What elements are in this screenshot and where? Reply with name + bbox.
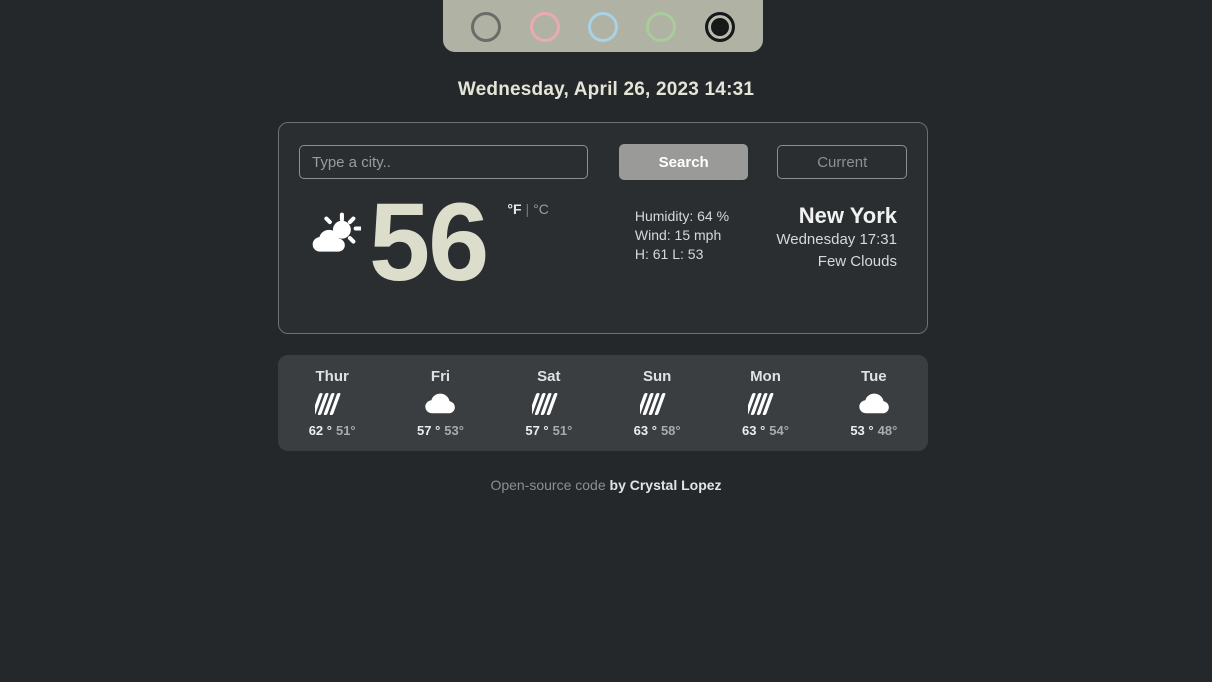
rain-icon <box>531 392 558 416</box>
current-weather-card: Search Current 56 °F|°C <box>278 122 928 334</box>
current-conditions: 56 °F | °C Humidity: 64 % Wind: 15 mph H: … <box>299 181 907 304</box>
current-temperature: 56 <box>369 181 489 304</box>
local-time: Wednesday 17:31 <box>776 231 897 248</box>
forecast-temps: 63 ° 54° <box>742 423 789 438</box>
forecast-temps: 57 ° 53° <box>417 423 464 438</box>
forecast-low: 51° <box>552 423 573 438</box>
forecast-day-name: Sun <box>642 368 672 385</box>
footer-text: Open-source code <box>490 477 606 493</box>
forecast-temps: 63 ° 58° <box>634 423 681 438</box>
unit-fahrenheit[interactable]: °F <box>507 201 521 217</box>
unit-toggle[interactable]: °F | °C <box>507 201 549 217</box>
forecast-high: 62 ° <box>308 423 332 438</box>
theme-swatch-green[interactable] <box>646 12 677 42</box>
sun-behind-cloud-icon <box>312 212 361 252</box>
forecast-low: 58° <box>660 423 681 438</box>
forecast-temps: 57 ° 51° <box>525 423 572 438</box>
theme-selector <box>443 0 763 52</box>
forecast-low: 51° <box>335 423 356 438</box>
theme-swatch-pink[interactable] <box>529 12 560 42</box>
forecast-day-mon[interactable]: Mon 63 ° 54° <box>711 355 819 451</box>
cloud-icon <box>425 393 456 414</box>
rain-icon <box>315 392 341 416</box>
weather-description: Few Clouds <box>817 253 897 270</box>
weather-stats: Humidity: 64 % Wind: 15 mph H: 61 L: 53 <box>635 207 729 264</box>
forecast-temps: 53 ° 48° <box>850 423 897 438</box>
forecast-day-name: Thur <box>315 368 349 385</box>
forecast-high: 53 ° <box>850 423 874 438</box>
forecast-day-sun[interactable]: Sun 63 ° 58° <box>603 355 711 451</box>
forecast-day-fri[interactable]: Fri 57 ° 53° <box>386 355 494 451</box>
theme-swatch-blue[interactable] <box>587 12 618 42</box>
forecast-low: 54° <box>769 423 789 438</box>
footer-author-link[interactable]: by Crystal Lopez <box>610 477 722 493</box>
unit-separator: | <box>525 201 530 217</box>
unit-celsius[interactable]: °C <box>533 201 549 217</box>
wind-value: Wind: 15 mph <box>634 227 722 243</box>
current-location-button[interactable]: Current <box>777 145 907 179</box>
forecast-temps: 62 ° 51° <box>309 423 356 438</box>
forecast-day-name: Tue <box>861 368 887 385</box>
forecast-day-name: Fri <box>430 368 451 385</box>
location-block: New York Wednesday 17:31 Few Clouds <box>776 203 897 272</box>
rain-icon <box>640 392 666 416</box>
high-low-value: H: 61 L: 53 <box>634 246 704 262</box>
forecast-day-tue[interactable]: Tue 53 ° 48° <box>820 355 928 451</box>
forecast-high: 63 ° <box>742 423 766 438</box>
weather-app: Wednesday, April 26, 2023 14:31 Search C… <box>0 0 1212 682</box>
theme-swatch-dark[interactable] <box>704 12 735 42</box>
theme-swatch-gray[interactable] <box>471 12 502 42</box>
humidity-value: Humidity: 64 % <box>634 208 730 224</box>
search-row: Search Current <box>299 144 907 180</box>
forecast-day-thur[interactable]: Thur 62 ° 51° <box>278 355 386 451</box>
footer: Open-source code by Crystal Lopez <box>0 477 1212 493</box>
forecast-high: 57 ° <box>525 423 549 438</box>
current-datetime: Wednesday, April 26, 2023 14:31 <box>457 79 755 100</box>
forecast-strip: Thur 62 ° 51° Fri 57 ° 53° Sat 57 ° 51° … <box>278 355 928 451</box>
search-input[interactable] <box>299 145 588 179</box>
forecast-high: 57 ° <box>417 423 441 438</box>
forecast-high: 63 ° <box>633 423 657 438</box>
city-name: New York <box>798 203 897 228</box>
forecast-day-name: Sat <box>537 368 561 385</box>
forecast-low: 53° <box>444 423 464 438</box>
forecast-day-name: Mon <box>750 368 781 385</box>
rain-icon <box>748 392 774 416</box>
forecast-day-sat[interactable]: Sat 57 ° 51° <box>495 355 603 451</box>
search-button[interactable]: Search <box>618 144 749 180</box>
cloud-icon <box>859 393 889 414</box>
forecast-low: 48° <box>877 423 898 438</box>
